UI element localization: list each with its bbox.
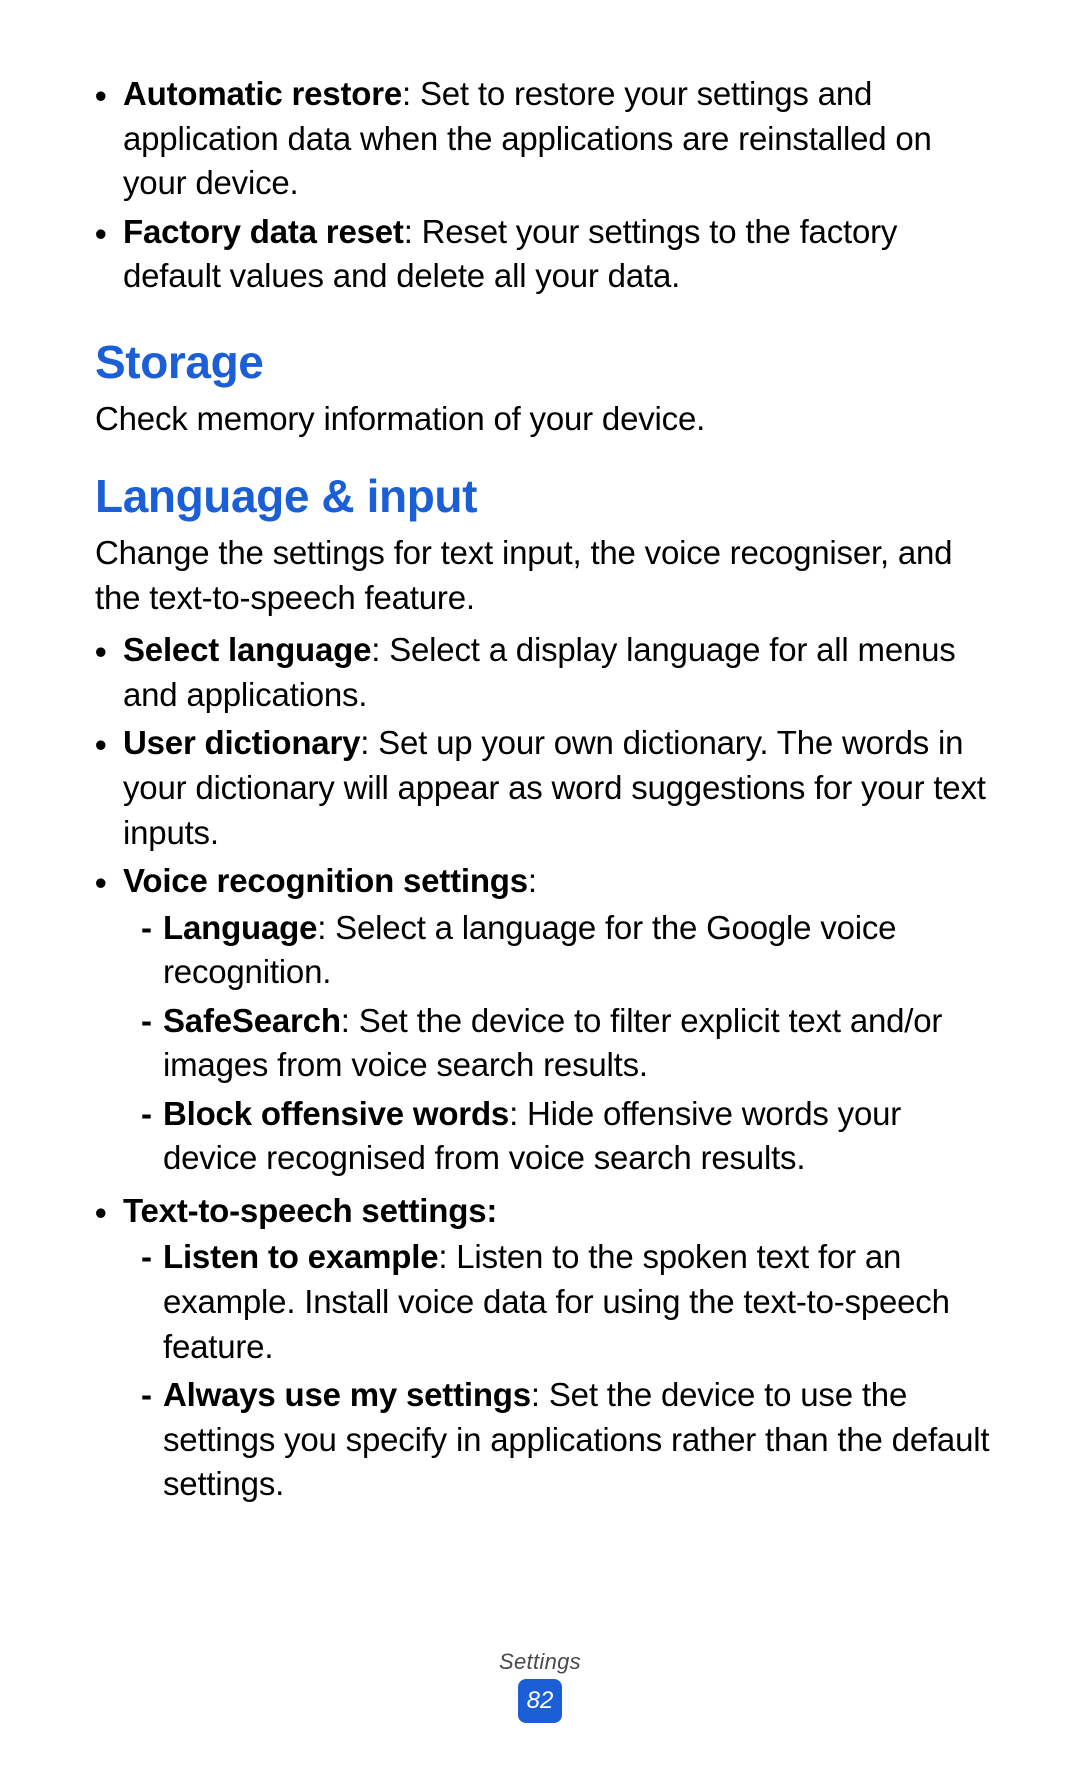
sub-item: - SafeSearch: Set the device to filter e… [123,999,995,1088]
bullet-marker: • [95,859,123,1185]
bullet-body: Voice recognition settings: - Language: … [123,859,995,1185]
bullet-body: Factory data reset: Reset your settings … [123,210,995,299]
page-number-badge: 82 [518,1679,562,1723]
bullet-term: Voice recognition settings [123,862,528,899]
sub-term: SafeSearch [163,1002,341,1039]
sub-marker: - [141,1373,163,1507]
sub-term: Block offensive words [163,1095,509,1132]
sub-body: Listen to example: Listen to the spoken … [163,1235,995,1369]
bullet-term: Text-to-speech settings: [123,1192,497,1229]
language-bullet-list: • Select language: Select a display lang… [95,628,995,1510]
footer-section-label: Settings [0,1649,1080,1675]
bullet-body: Select language: Select a display langua… [123,628,995,717]
sub-marker: - [141,999,163,1088]
sub-item: - Block offensive words: Hide offensive … [123,1092,995,1181]
sub-list: - Listen to example: Listen to the spoke… [123,1235,995,1506]
sub-term: Always use my settings [163,1376,531,1413]
bullet-term: Automatic restore [123,75,402,112]
bullet-marker: • [95,628,123,717]
bullet-marker: • [95,210,123,299]
sub-body: Language: Select a language for the Goog… [163,906,995,995]
section-desc-storage: Check memory information of your device. [95,397,995,442]
bullet-term: User dictionary [123,724,360,761]
bullet-item: • Select language: Select a display lang… [95,628,995,717]
sub-marker: - [141,906,163,995]
bullet-marker: • [95,1189,123,1511]
top-bullet-list: • Automatic restore: Set to restore your… [95,72,995,299]
bullet-term: Factory data reset [123,213,404,250]
sub-body: Block offensive words: Hide offensive wo… [163,1092,995,1181]
bullet-item: • Automatic restore: Set to restore your… [95,72,995,206]
section-heading-storage: Storage [95,335,995,389]
bullet-term: Select language [123,631,371,668]
section-desc-language: Change the settings for text input, the … [95,531,995,620]
bullet-item: • User dictionary: Set up your own dicti… [95,721,995,855]
section-heading-language: Language & input [95,469,995,523]
bullet-body: Automatic restore: Set to restore your s… [123,72,995,206]
sub-body: Always use my settings: Set the device t… [163,1373,995,1507]
bullet-body: Text-to-speech settings: - Listen to exa… [123,1189,995,1511]
sub-term: Language [163,909,317,946]
document-page: • Automatic restore: Set to restore your… [0,0,1080,1771]
sub-item: - Language: Select a language for the Go… [123,906,995,995]
sub-item: - Listen to example: Listen to the spoke… [123,1235,995,1369]
bullet-marker: • [95,72,123,206]
bullet-desc: : [528,862,537,899]
bullet-item: • Voice recognition settings: - Language… [95,859,995,1185]
sub-term: Listen to example [163,1238,438,1275]
sub-marker: - [141,1092,163,1181]
bullet-marker: • [95,721,123,855]
sub-list: - Language: Select a language for the Go… [123,906,995,1181]
page-number: 82 [527,1687,554,1715]
sub-item: - Always use my settings: Set the device… [123,1373,995,1507]
sub-marker: - [141,1235,163,1369]
bullet-item: • Factory data reset: Reset your setting… [95,210,995,299]
bullet-body: User dictionary: Set up your own diction… [123,721,995,855]
bullet-item: • Text-to-speech settings: - Listen to e… [95,1189,995,1511]
sub-body: SafeSearch: Set the device to filter exp… [163,999,995,1088]
page-footer: Settings 82 [0,1649,1080,1723]
